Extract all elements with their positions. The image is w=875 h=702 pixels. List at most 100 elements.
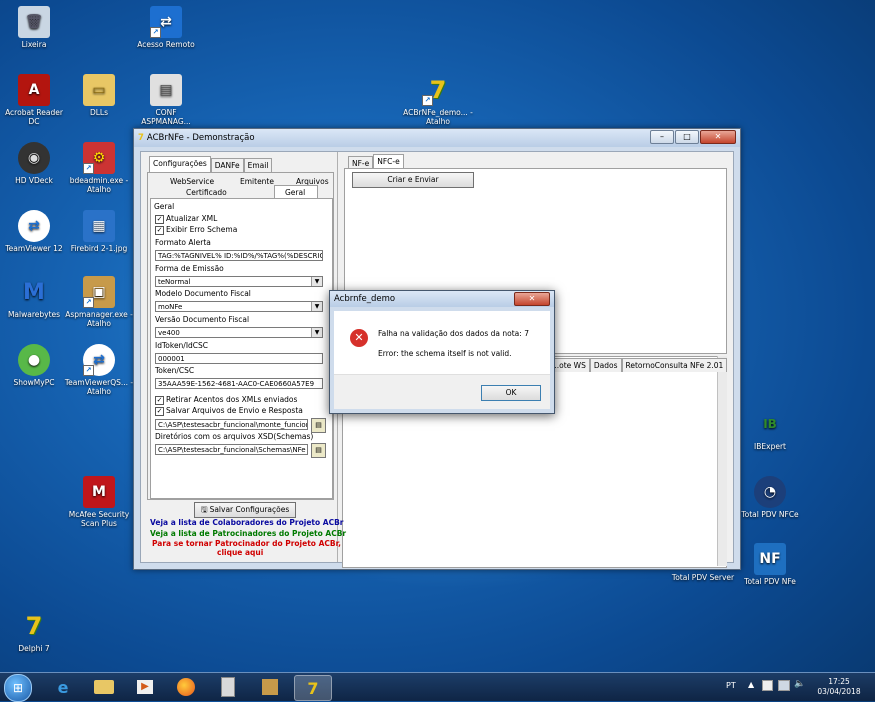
label-diretorio-schemas: Diretórios com os arquivos XSD(Schemas)	[155, 432, 314, 441]
tab-danfe[interactable]: DANFe	[210, 158, 244, 172]
showmypc-icon: ●	[18, 344, 50, 376]
desktop-icon-aspmanager[interactable]: ▣ ↗ Aspmanager.exe - Atalho	[64, 276, 134, 328]
media-player-icon[interactable]: ▶	[127, 675, 163, 699]
error-message-line2: Error: the schema itself is not valid.	[378, 349, 512, 358]
volume-icon[interactable]: 🔈	[794, 679, 805, 689]
start-button[interactable]: ⊞	[4, 674, 32, 702]
clock-time: 17:25	[828, 677, 850, 686]
desktop-icon-acrobat[interactable]: A Acrobat Reader DC	[0, 74, 69, 126]
folder-icon: ▭	[83, 74, 115, 106]
minimize-button[interactable]: –	[650, 130, 674, 144]
chk-exibir-erro[interactable]: ✓	[155, 226, 164, 235]
desktop-icon-teamviewerqs[interactable]: ⇄ ↗ TeamViewerQS... - Atalho	[64, 344, 134, 396]
versao-documento-select[interactable]: ve400 ▼	[155, 327, 323, 338]
chevron-down-icon: ▼	[311, 302, 322, 311]
desktop-icon-totalpdv-nfe[interactable]: NF Total PDV NFe	[735, 543, 805, 586]
label-modelo-documento: Modelo Documento Fiscal	[155, 289, 251, 298]
desktop-icon-showmypc[interactable]: ● ShowMyPC	[0, 344, 69, 387]
delphi-icon: 7	[25, 611, 43, 640]
desktop-icon-acesso-remoto[interactable]: ⇄ ↗ Acesso Remoto	[131, 6, 201, 49]
maximize-button[interactable]: □	[675, 130, 699, 144]
criar-enviar-button[interactable]: Criar e Enviar	[352, 172, 474, 188]
tab-webservice[interactable]: WebService	[170, 177, 214, 186]
image-file-icon: ▦	[83, 210, 115, 242]
link-patrocinadores[interactable]: Veja a lista de Patrocinadores do Projet…	[150, 529, 346, 538]
chk-atualizar-xml[interactable]: ✓	[155, 215, 164, 224]
network-icon[interactable]	[778, 680, 790, 691]
recycle-bin-icon: 🗑	[18, 6, 50, 38]
tab-emitente[interactable]: Emitente	[240, 177, 274, 186]
tab-dados[interactable]: Dados	[589, 358, 622, 372]
forma-emissao-select[interactable]: teNormal ▼	[155, 276, 323, 287]
clock[interactable]: 17:25 03/04/2018	[810, 677, 868, 697]
result-scrollbar[interactable]	[717, 356, 727, 566]
error-dialog: Acbrnfe_demo ✕ ✕ Falha na validação dos …	[329, 290, 555, 414]
chk-retirar-label: Retirar Acentos dos XMLs enviados	[166, 395, 298, 404]
salvar-configuracoes-button[interactable]: 🖫 Salvar Configurações	[194, 502, 296, 518]
desktop-icon-firebird[interactable]: ▦ Firebird 2-1.jpg	[64, 210, 134, 253]
acbrnfe-taskbar-icon[interactable]: 7	[294, 675, 332, 701]
tray-arrow-icon[interactable]: ▲	[748, 680, 754, 689]
package-icon: ▣ ↗	[83, 276, 115, 308]
language-indicator[interactable]: PT	[726, 681, 736, 690]
close-button[interactable]: ✕	[700, 130, 736, 144]
desktop-icon-dlls[interactable]: ▭ DLLs	[64, 74, 134, 117]
desktop-icon-lixeira[interactable]: 🗑 Lixeira	[0, 6, 69, 49]
window-controls: – □ ✕	[650, 130, 736, 144]
explorer-icon[interactable]	[86, 675, 122, 699]
ibexpert-icon: IB	[763, 416, 777, 431]
formato-alerta-input[interactable]: TAG:%TAGNIVEL% ID:%ID%/%TAG%(%DESCRICAO%…	[155, 250, 323, 261]
desktop-icon-delphi7[interactable]: 7 Delphi 7	[0, 610, 69, 654]
desktop-icon-totalpdv-server[interactable]: Total PDV Server	[668, 573, 738, 582]
tab-certificado[interactable]: Certificado	[186, 188, 227, 197]
desktop-icon-totalpdv-nfce[interactable]: ◔ Total PDV NFCe	[735, 476, 805, 519]
label-forma-emissao: Forma de Emissão	[155, 264, 224, 273]
top-tabs: Configurações DANFe Email	[149, 156, 273, 172]
tab-email[interactable]: Email	[243, 158, 273, 172]
ie-icon[interactable]: e	[45, 675, 81, 699]
tab-retorno-consulta[interactable]: RetornoConsulta NFe 2.01	[621, 358, 728, 372]
teamviewer-icon: ⇄ ↗	[83, 344, 115, 376]
tab-geral-active[interactable]: Geral	[274, 185, 318, 198]
ok-button[interactable]: OK	[481, 385, 541, 401]
link-tornar-patrocinador[interactable]: Para se tornar Patrocinador do Projeto A…	[152, 539, 341, 548]
desktop-icon-malwarebytes[interactable]: M Malwarebytes	[0, 276, 69, 319]
path-salvar-input[interactable]: C:\ASP\testesacbr_funcional\monte_funcio…	[155, 419, 308, 430]
firefox-icon[interactable]	[168, 675, 204, 699]
result-tabs: ...ote WS Dados RetornoConsulta NFe 2.01	[548, 358, 728, 372]
desktop-icon-ibexpert[interactable]: IB IBExpert	[735, 408, 805, 452]
modelo-documento-select[interactable]: moNFe ▼	[155, 301, 323, 312]
desktop-icon-mcafee[interactable]: M McAfee Security Scan Plus	[64, 476, 134, 528]
action-center-flag-icon[interactable]	[762, 680, 773, 691]
desktop-icon-hdvdeck[interactable]: ◉ HD VDeck	[0, 142, 69, 185]
label-idtoken: IdToken/IdCSC	[155, 341, 209, 350]
document-icon: ▤	[150, 74, 182, 106]
dialog-close-button[interactable]: ✕	[514, 292, 550, 306]
link-colaboradores[interactable]: Veja a lista de Colaboradores do Projeto…	[150, 518, 344, 527]
chk-exibir-label: Exibir Erro Schema	[166, 225, 238, 234]
idtoken-input[interactable]: 000001	[155, 353, 323, 364]
chk-retirar-acentos[interactable]: ✓	[155, 396, 164, 405]
tab-configuracoes[interactable]: Configurações	[149, 156, 211, 172]
token-input[interactable]: 35AAA59E-1562-4681-AAC0-CAE0660A57E9	[155, 378, 323, 389]
browse-folder-icon[interactable]: ▤	[311, 443, 326, 458]
desktop-icon-bdeadmin[interactable]: ⚙ ↗ bdeadmin.exe - Atalho	[64, 142, 134, 194]
error-message-line1: Falha na validação dos dados da nota: 7	[378, 329, 529, 338]
save-icon: 🖫	[200, 505, 208, 514]
clock-date: 03/04/2018	[817, 687, 861, 696]
link-clique-aqui[interactable]: clique aqui	[217, 548, 263, 557]
generic-app-icon[interactable]	[210, 675, 246, 699]
path-schemas-input[interactable]: C:\ASP\testesacbr_funcional\Schemas\NFe	[155, 444, 308, 455]
desktop-icon-acbrnfe-demo[interactable]: 7 ↗ ACBrNFe_demo... - Atalho	[403, 74, 473, 127]
chk-salvar-arquivos[interactable]: ✓	[155, 407, 164, 416]
browse-folder-icon[interactable]: ▤	[311, 418, 326, 433]
package-icon[interactable]	[252, 675, 288, 699]
label-token: Token/CSC	[155, 366, 195, 375]
group-geral-title: Geral	[154, 202, 175, 211]
teamviewer-icon: ⇄	[18, 210, 50, 242]
label-versao-documento: Versão Documento Fiscal	[155, 315, 250, 324]
desktop-icon-teamviewer12[interactable]: ⇄ TeamViewer 12	[0, 210, 69, 253]
desktop-icon-conf[interactable]: ▤ CONF ASPMANAG...	[131, 74, 201, 126]
window-title: ACBrNFe - Demonstração	[146, 133, 255, 143]
malwarebytes-icon: M	[23, 279, 45, 305]
